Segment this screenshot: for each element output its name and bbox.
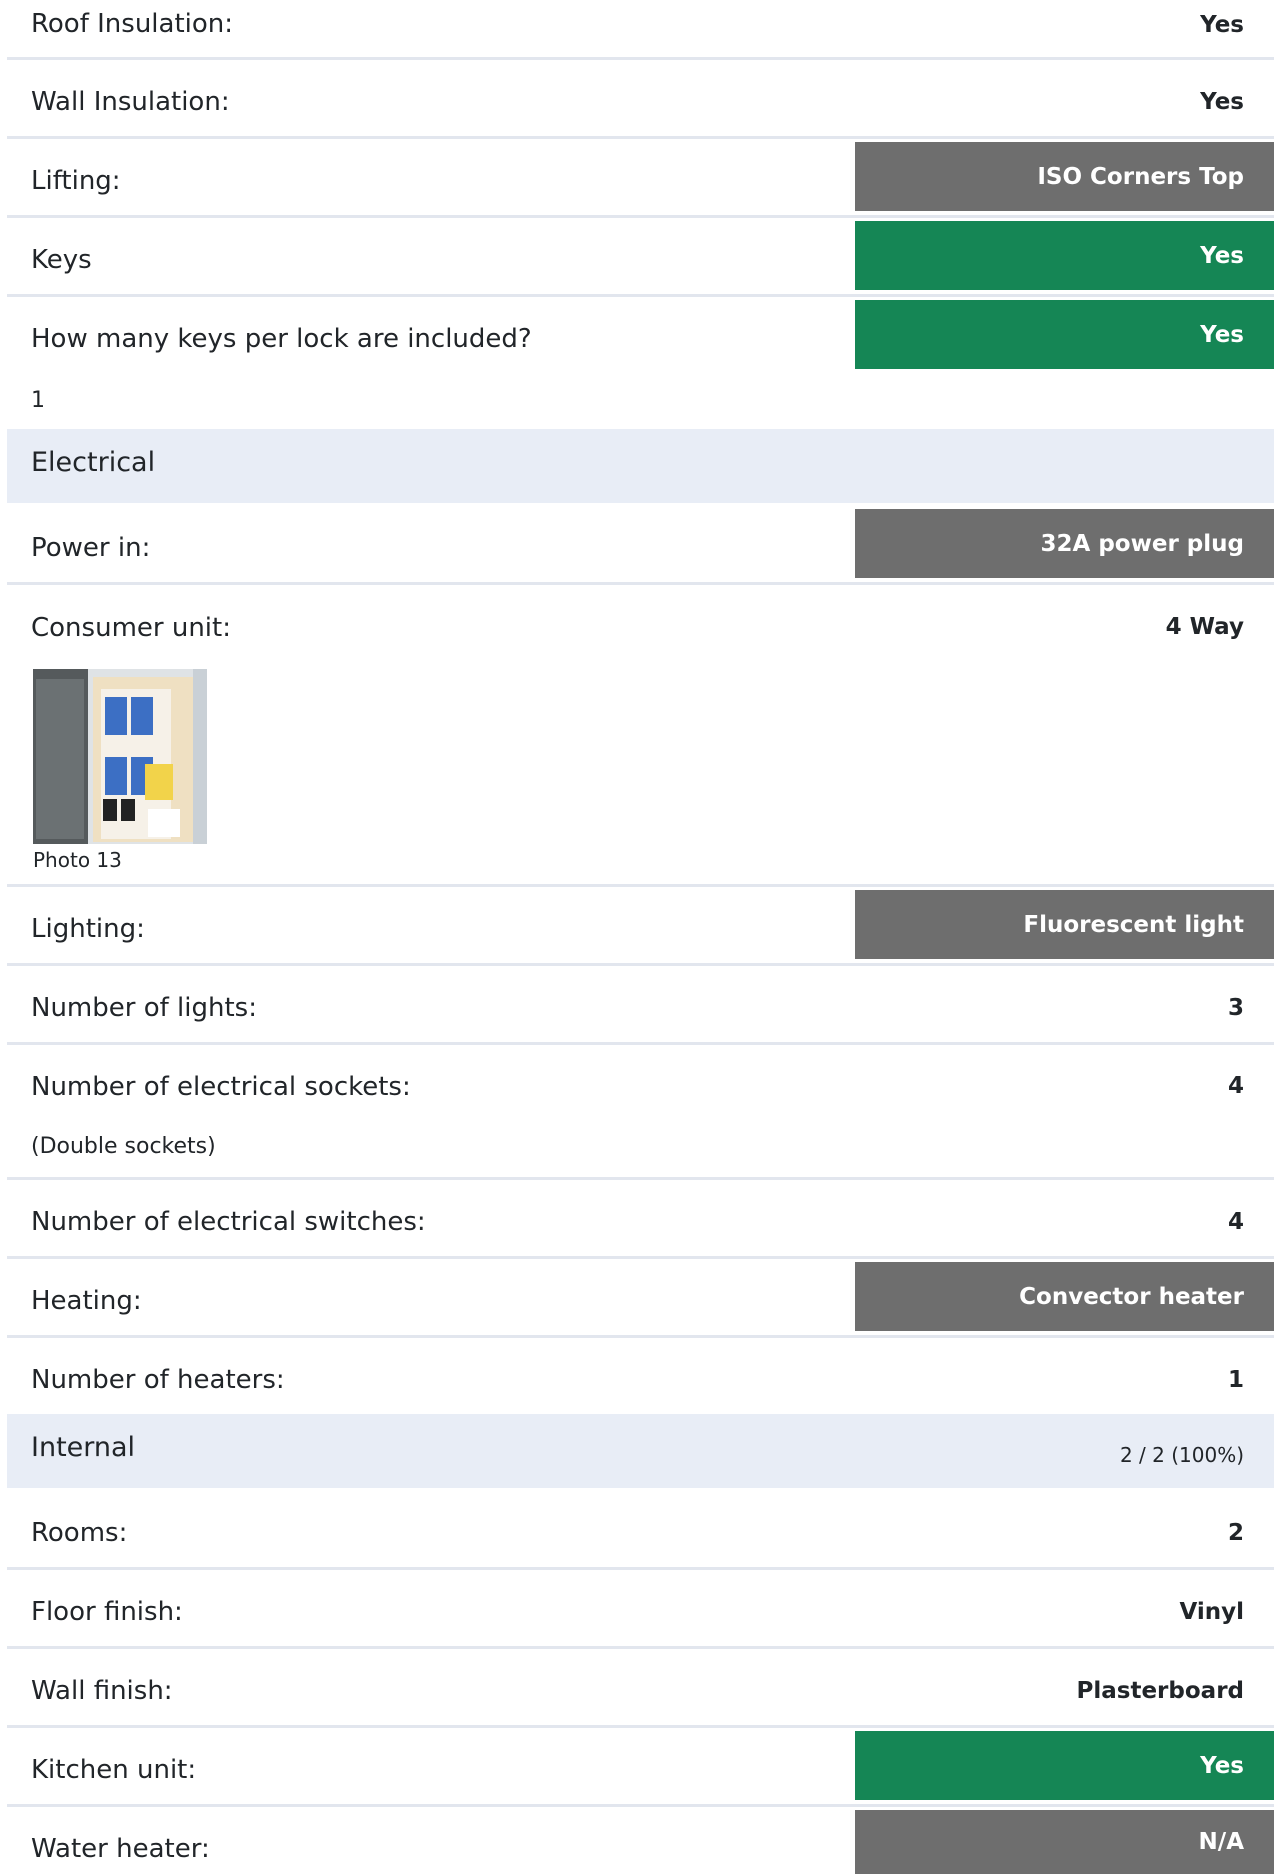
lifting-value: ISO Corners Top [1037, 163, 1244, 190]
heating-label: Heating: [31, 1286, 142, 1316]
row-number-of-lights: Number of lights: 3 [7, 966, 1274, 1045]
consumer-unit-photo[interactable] [33, 669, 207, 844]
keys-per-lock-value: Yes [1200, 321, 1244, 348]
number-of-heaters-value: 1 [1227, 1367, 1244, 1393]
lighting-value-badge: Fluorescent light [855, 890, 1274, 959]
row-wall-finish: Wall finish: Plasterboard [7, 1649, 1274, 1728]
power-in-value: 32A power plug [1040, 530, 1244, 557]
electrical-sockets-label: Number of electrical sockets: [31, 1072, 411, 1102]
wall-insulation-label: Wall Insulation: [31, 87, 230, 117]
floor-finish-label: Floor finish: [31, 1597, 183, 1627]
number-of-lights-label: Number of lights: [31, 993, 257, 1023]
kitchen-unit-value: Yes [1200, 1752, 1244, 1779]
section-internal-progress: 2 / 2 (100%) [1119, 1443, 1244, 1467]
keys-per-lock-label: How many keys per lock are included? [31, 324, 532, 354]
consumer-unit-photo-image [33, 669, 207, 844]
row-rooms: Rooms: 2 [7, 1491, 1274, 1570]
heating-value: Convector heater [1019, 1283, 1244, 1310]
water-heater-label: Water heater: [31, 1834, 210, 1864]
electrical-sockets-value: 4 [1227, 1073, 1244, 1099]
wall-insulation-value: Yes [1200, 89, 1244, 115]
consumer-unit-photo-caption: Photo 13 [33, 848, 122, 872]
section-electrical: Electrical [7, 429, 1274, 503]
rooms-label: Rooms: [31, 1518, 128, 1548]
wall-finish-value: Plasterboard [1076, 1678, 1244, 1704]
power-in-label: Power in: [31, 533, 151, 563]
section-internal: Internal 2 / 2 (100%) [7, 1414, 1274, 1488]
kitchen-unit-value-badge: Yes [855, 1731, 1274, 1800]
row-electrical-sockets: Number of electrical sockets: 4 (Double … [7, 1045, 1274, 1180]
keys-label: Keys [31, 245, 92, 275]
roof-insulation-value: Yes [1200, 12, 1244, 38]
keys-value: Yes [1200, 242, 1244, 269]
electrical-switches-value: 4 [1227, 1209, 1244, 1235]
water-heater-value-badge: N/A [855, 1810, 1274, 1874]
consumer-unit-value: 4 Way [1165, 614, 1244, 640]
number-of-heaters-label: Number of heaters: [31, 1365, 285, 1395]
wall-finish-label: Wall finish: [31, 1676, 173, 1706]
roof-insulation-label: Roof Insulation: [31, 9, 234, 39]
number-of-lights-value: 3 [1227, 995, 1244, 1021]
power-in-value-badge: 32A power plug [855, 509, 1274, 578]
electrical-switches-label: Number of electrical switches: [31, 1207, 426, 1237]
section-internal-title: Internal [31, 1432, 136, 1463]
floor-finish-value: Vinyl [1179, 1599, 1244, 1625]
lifting-label: Lifting: [31, 166, 121, 196]
rooms-value: 2 [1227, 1520, 1244, 1546]
electrical-sockets-note: (Double sockets) [31, 1134, 216, 1159]
keys-per-lock-value-badge: Yes [855, 300, 1274, 369]
row-number-of-heaters: Number of heaters: 1 [7, 1338, 1274, 1414]
row-roof-insulation: Roof Insulation: Yes [7, 0, 1274, 60]
water-heater-value: N/A [1198, 1829, 1244, 1855]
consumer-unit-label: Consumer unit: [31, 613, 231, 643]
lighting-label: Lighting: [31, 914, 145, 944]
row-electrical-switches: Number of electrical switches: 4 [7, 1180, 1274, 1259]
section-electrical-title: Electrical [31, 447, 156, 478]
row-wall-insulation: Wall Insulation: Yes [7, 60, 1274, 139]
row-floor-finish: Floor finish: Vinyl [7, 1570, 1274, 1649]
lifting-value-badge: ISO Corners Top [855, 142, 1274, 211]
keys-per-lock-note: 1 [31, 388, 45, 413]
heating-value-badge: Convector heater [855, 1262, 1274, 1331]
keys-value-badge: Yes [855, 221, 1274, 290]
kitchen-unit-label: Kitchen unit: [31, 1755, 197, 1785]
lighting-value: Fluorescent light [1023, 911, 1244, 938]
